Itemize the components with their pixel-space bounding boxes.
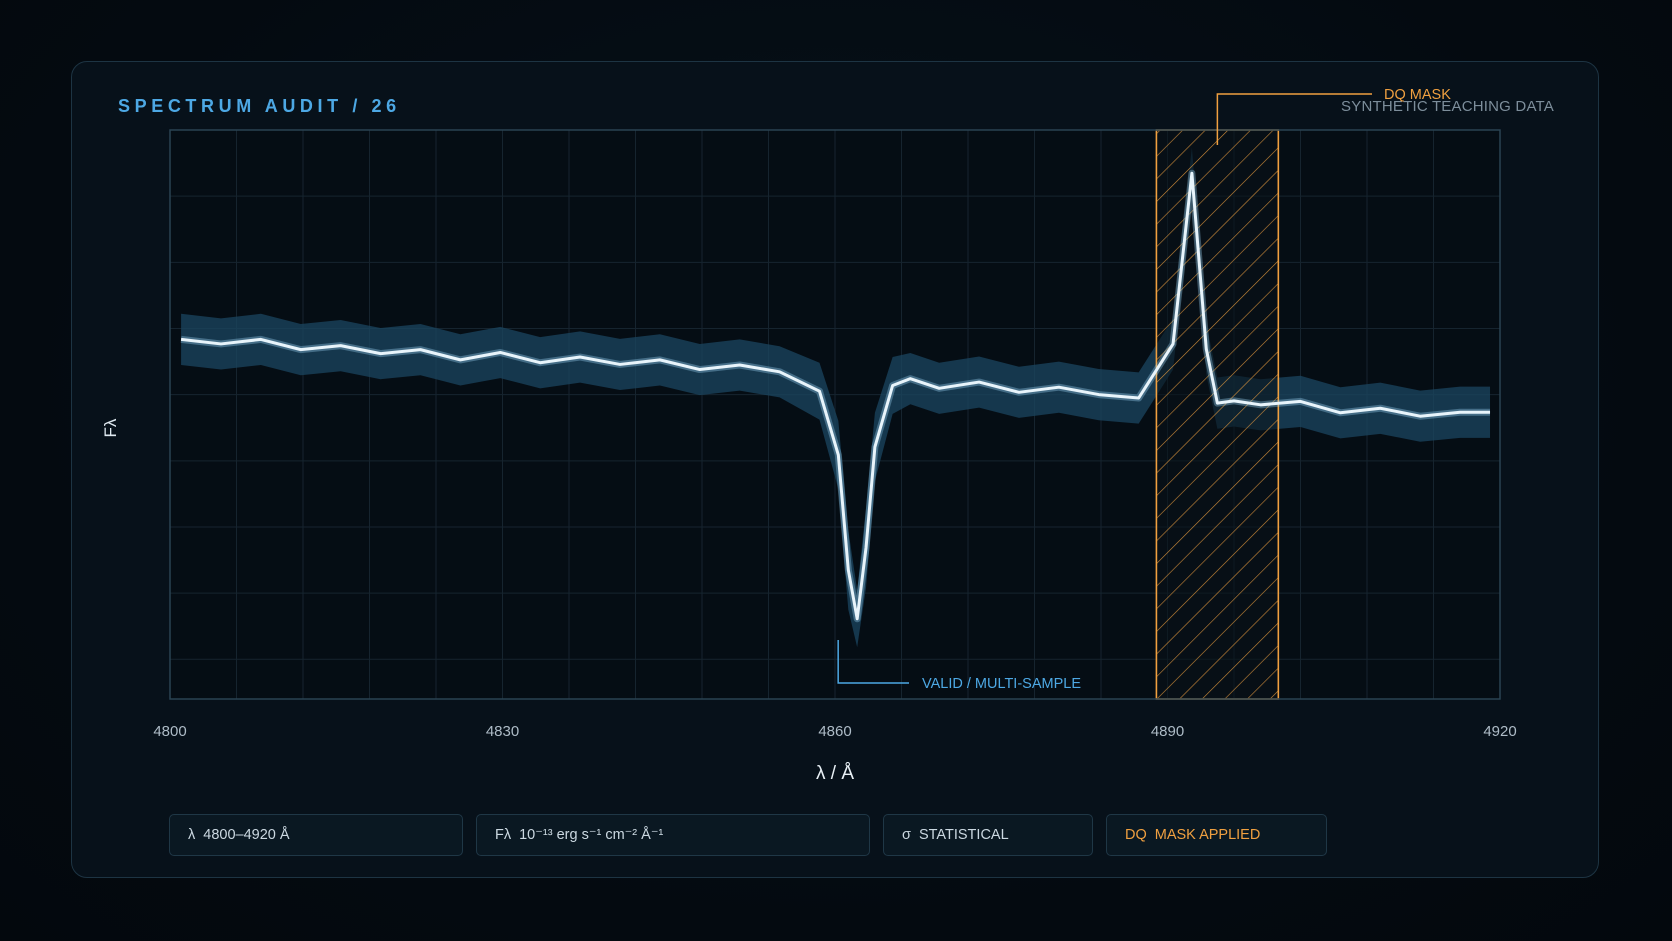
valid-label: VALID / MULTI-SAMPLE (922, 676, 1081, 692)
chip-dq-symbol: DQ (1125, 827, 1147, 843)
y-axis-label: Fλ (101, 418, 120, 438)
x-tick-label: 4920 (1483, 723, 1516, 740)
mask-label: DQ MASK (1384, 87, 1451, 103)
chip-flux-units: Fλ 10⁻¹³ erg s⁻¹ cm⁻² Å⁻¹ (476, 814, 870, 856)
x-tick-label: 4890 (1151, 723, 1184, 740)
x-tick-label: 4830 (486, 723, 519, 740)
mask-region-hatch (1156, 130, 1279, 699)
chip-wavelength-symbol: λ (188, 827, 196, 843)
chip-wavelength-range: λ 4800–4920 Å (169, 814, 463, 856)
x-tick-label: 4860 (818, 723, 851, 740)
chip-error-text: STATISTICAL (918, 827, 1009, 843)
chip-dq-text: MASK APPLIED (1154, 827, 1261, 843)
spectrum-plot: 4800 4830 4860 4890 4920 DQ MASK VALID / MUL… (153, 87, 1516, 740)
chip-dq-mask: DQ MASK APPLIED (1106, 814, 1327, 856)
chip-sigma-symbol: σ (902, 827, 911, 843)
chip-flux-text: 10⁻¹³ erg s⁻¹ cm⁻² Å⁻¹ (519, 827, 664, 843)
x-tick-label: 4800 (153, 723, 186, 740)
chip-error-type: σ STATISTICAL (883, 814, 1093, 856)
x-axis-label: λ / Å (815, 763, 854, 784)
chip-wavelength-text: 4800–4920 Å (203, 827, 290, 843)
chip-flux-symbol: Fλ (495, 827, 512, 843)
